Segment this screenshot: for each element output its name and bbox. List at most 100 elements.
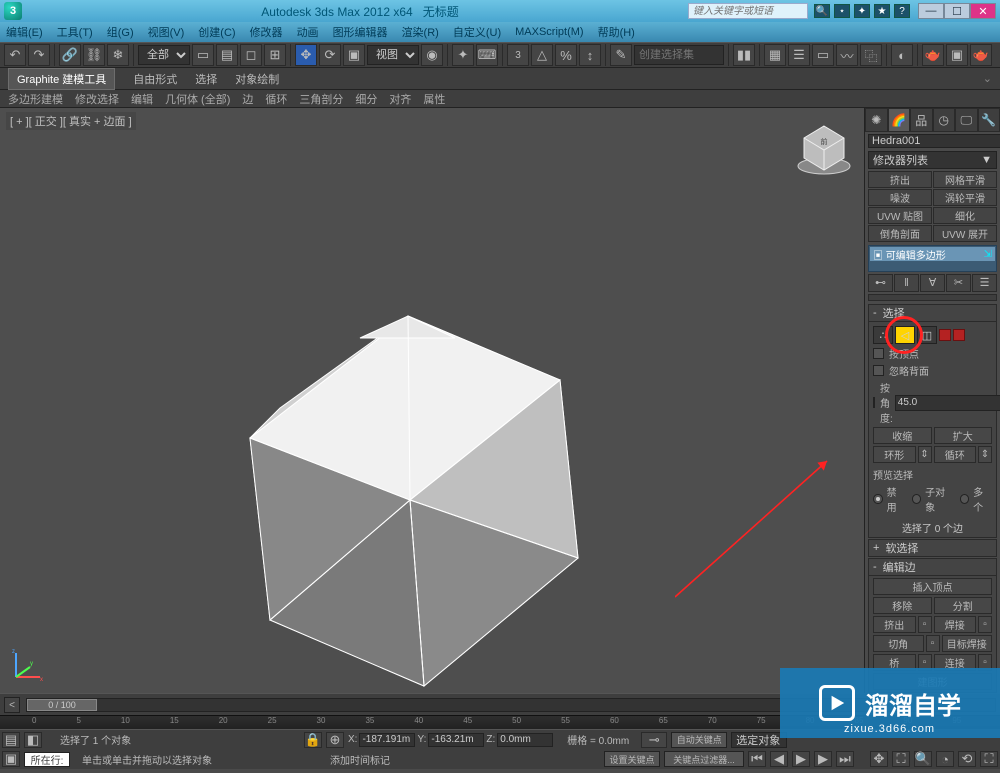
remove-button[interactable]: 移除 bbox=[873, 597, 932, 614]
play-start-icon[interactable]: ⏮ bbox=[748, 751, 766, 767]
zoom-extents-icon[interactable]: ⛶ bbox=[892, 751, 910, 767]
window-crossing-icon[interactable]: ⊞ bbox=[264, 44, 286, 66]
ribbon-tab-paint[interactable]: 对象绘制 bbox=[235, 71, 279, 87]
mod-turbosmooth[interactable]: 涡轮平滑 bbox=[933, 189, 997, 206]
create-tab-icon[interactable]: ✺ bbox=[865, 108, 888, 132]
render-setup-icon[interactable]: 🫖 bbox=[922, 44, 944, 66]
unlink-icon[interactable]: ⛓ bbox=[83, 44, 105, 66]
preview-subobj-radio[interactable] bbox=[912, 494, 922, 504]
chamfer-button[interactable]: 切角 bbox=[873, 635, 924, 652]
manipulate-icon[interactable]: ✦ bbox=[452, 44, 474, 66]
exchange-btn[interactable]: ✦ bbox=[854, 4, 870, 18]
remove-modifier-icon[interactable]: ✂ bbox=[946, 274, 971, 292]
mirror-icon[interactable]: ▮▮ bbox=[733, 44, 755, 66]
shrink-button[interactable]: 收缩 bbox=[873, 427, 932, 444]
preview-off-radio[interactable] bbox=[873, 494, 883, 504]
infocenter-btn[interactable]: 🔍 bbox=[814, 4, 830, 18]
subobj-element-icon[interactable] bbox=[953, 329, 965, 341]
maxscript-mini-icon[interactable]: ▤ bbox=[2, 732, 20, 748]
subribbon-geometry[interactable]: 几何体 (全部) bbox=[165, 91, 230, 107]
loop-button[interactable]: 循环 bbox=[934, 446, 977, 463]
mod-extrude[interactable]: 挤出 bbox=[868, 171, 932, 188]
align-icon[interactable]: ▦ bbox=[764, 44, 786, 66]
menu-graph-editors[interactable]: 图形编辑器 bbox=[333, 24, 388, 40]
graphite-toggle-icon[interactable]: ▭ bbox=[812, 44, 834, 66]
select-scale-icon[interactable]: ▣ bbox=[343, 44, 365, 66]
motion-tab-icon[interactable]: ◷ bbox=[933, 108, 956, 132]
subobj-edge-icon[interactable]: ◁ bbox=[895, 326, 915, 344]
subobj-border-icon[interactable]: ◫ bbox=[917, 326, 937, 344]
maximize-viewport-icon[interactable]: ⛶ bbox=[980, 751, 998, 767]
rollout-soft-selection-header[interactable]: +软选择 bbox=[868, 539, 997, 557]
angle-snap-icon[interactable]: △ bbox=[531, 44, 553, 66]
menu-edit[interactable]: 编辑(E) bbox=[6, 24, 43, 40]
rollout-edit-edges-header[interactable]: -编辑边 bbox=[868, 558, 997, 576]
curve-editor-icon[interactable]: 〰 bbox=[836, 44, 858, 66]
viewport-orthographic[interactable]: [ + ][ 正交 ][ 真实 + 边面 ] bbox=[0, 108, 865, 693]
mod-uvw-map[interactable]: UVW 贴图 bbox=[868, 207, 932, 224]
time-slider-thumb[interactable]: 0 / 100 bbox=[27, 699, 97, 711]
layer-manager-icon[interactable]: ☰ bbox=[788, 44, 810, 66]
play-end-icon[interactable]: ⏭ bbox=[836, 751, 854, 767]
ignore-backfacing-checkbox[interactable] bbox=[873, 365, 884, 376]
maximize-button[interactable]: ☐ bbox=[944, 3, 970, 19]
object-name-input[interactable] bbox=[868, 134, 1000, 148]
bind-spacewarp-icon[interactable]: ❄ bbox=[107, 44, 129, 66]
absolute-mode-icon[interactable]: ⊕ bbox=[326, 732, 344, 748]
menu-rendering[interactable]: 渲染(R) bbox=[402, 24, 439, 40]
extrude-button[interactable]: 挤出 bbox=[873, 616, 916, 633]
zoom-icon[interactable]: 🔍 bbox=[914, 751, 932, 767]
pan-view-icon[interactable]: ✥ bbox=[870, 751, 888, 767]
subribbon-loops[interactable]: 循环 bbox=[265, 91, 287, 107]
redo-icon[interactable]: ↷ bbox=[28, 44, 50, 66]
select-by-name-icon[interactable]: ▤ bbox=[216, 44, 238, 66]
key-filters-button[interactable]: 关键点过滤器... bbox=[664, 751, 744, 767]
viewcube-icon[interactable]: 前 bbox=[794, 118, 854, 178]
by-angle-checkbox[interactable] bbox=[873, 397, 875, 408]
goto-line-button[interactable]: 所在行: bbox=[24, 752, 70, 767]
grow-button[interactable]: 扩大 bbox=[934, 427, 993, 444]
modifier-stack[interactable]: ▣ 可编辑多边形⇲ bbox=[868, 245, 997, 272]
show-end-result-icon[interactable]: ‖ bbox=[894, 274, 919, 292]
extrude-settings-icon[interactable]: ▫ bbox=[918, 616, 932, 633]
lock-selection-icon[interactable]: 🔒 bbox=[304, 732, 322, 748]
modify-tab-icon[interactable]: 🌈 bbox=[888, 108, 911, 132]
ribbon-tab-modeling[interactable]: Graphite 建模工具 bbox=[8, 68, 115, 90]
pivot-icon[interactable]: ◉ bbox=[421, 44, 443, 66]
ring-button[interactable]: 环形 bbox=[873, 446, 916, 463]
mod-noise[interactable]: 噪波 bbox=[868, 189, 932, 206]
help-btn[interactable]: ? bbox=[894, 4, 910, 18]
snap-toggle-icon[interactable]: 3 bbox=[507, 44, 529, 66]
favorites-btn[interactable]: ★ bbox=[874, 4, 890, 18]
menu-create[interactable]: 创建(C) bbox=[198, 24, 235, 40]
mod-tessellate[interactable]: 细化 bbox=[933, 207, 997, 224]
orbit-icon[interactable]: ⟲ bbox=[958, 751, 976, 767]
subribbon-polymodel[interactable]: 多边形建模 bbox=[8, 91, 63, 107]
weld-settings-icon[interactable]: ▫ bbox=[978, 616, 992, 633]
key-mode-icon[interactable]: ⊸ bbox=[641, 732, 667, 748]
rendered-frame-icon[interactable]: ▣ bbox=[946, 44, 968, 66]
by-angle-spinner[interactable] bbox=[895, 395, 1000, 411]
undo-icon[interactable]: ↶ bbox=[4, 44, 26, 66]
rollout-selection-header[interactable]: -选择 bbox=[868, 304, 997, 322]
select-move-icon[interactable]: ✥ bbox=[295, 44, 317, 66]
reference-coord[interactable]: 视图 bbox=[367, 45, 419, 65]
menu-group[interactable]: 组(G) bbox=[107, 24, 134, 40]
auto-key-button[interactable]: 自动关键点 bbox=[671, 732, 727, 748]
mod-uvw-unwrap[interactable]: UVW 展开 bbox=[933, 225, 997, 242]
configure-sets-icon[interactable]: ☰ bbox=[972, 274, 997, 292]
selection-filter[interactable]: 全部 bbox=[138, 45, 190, 65]
spinner-snap-icon[interactable]: ↕ bbox=[579, 44, 601, 66]
display-tab-icon[interactable]: 🖵 bbox=[955, 108, 978, 132]
subribbon-edit[interactable]: 编辑 bbox=[131, 91, 153, 107]
subribbon-subdiv[interactable]: 细分 bbox=[355, 91, 377, 107]
utilities-tab-icon[interactable]: 🔧 bbox=[978, 108, 1000, 132]
preview-multi-radio[interactable] bbox=[960, 494, 970, 504]
play-next-icon[interactable]: ▶ bbox=[814, 751, 832, 767]
play-prev-icon[interactable]: ◀ bbox=[770, 751, 788, 767]
percent-snap-icon[interactable]: % bbox=[555, 44, 577, 66]
menu-modifiers[interactable]: 修改器 bbox=[250, 24, 283, 40]
menu-maxscript[interactable]: MAXScript(M) bbox=[515, 26, 583, 38]
keyboard-shortcut-icon[interactable]: ⌨ bbox=[476, 44, 498, 66]
menu-views[interactable]: 视图(V) bbox=[148, 24, 185, 40]
